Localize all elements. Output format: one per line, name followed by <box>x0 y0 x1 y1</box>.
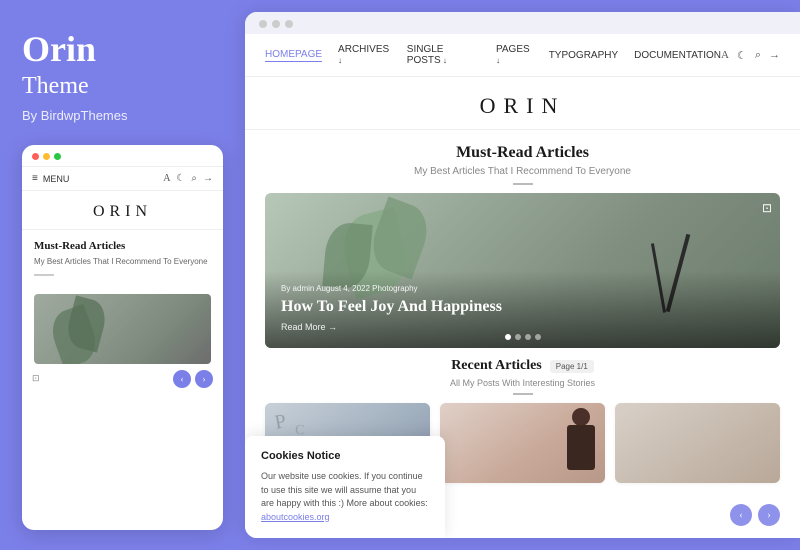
dark-mode-icon[interactable]: ☾ <box>737 49 747 62</box>
hero-section-header: Must-Read Articles My Best Articles That… <box>245 130 800 193</box>
mini-font-icon: A <box>163 173 170 184</box>
mini-nav-left: ≡ MENU <box>32 173 69 184</box>
next-arrow-button[interactable]: › <box>195 370 213 388</box>
cookie-link[interactable]: aboutcookies.org <box>261 512 330 522</box>
nav-icons: A ☾ ⌕ → <box>721 49 780 62</box>
nav-homepage[interactable]: HOMEPAGE <box>265 49 322 62</box>
browser-chrome <box>245 12 800 34</box>
page-badge: Page 1/1 <box>550 360 594 373</box>
nav-documentation[interactable]: DOCUMENTATION <box>634 50 721 61</box>
browser-dot-1 <box>259 20 267 28</box>
mini-nav-bar: ≡ MENU A ☾ ⌕ → <box>22 166 223 191</box>
product-subtitle: Theme <box>22 72 223 101</box>
mini-divider <box>34 274 54 276</box>
nav-links: HOMEPAGE ARCHIVES SINGLE POSTS PAGES TYP… <box>265 44 721 66</box>
browser-dot-2 <box>272 20 280 28</box>
featured-meta: By admin August 4, 2022 Photography <box>281 284 764 293</box>
mini-section-title: Must-Read Articles <box>34 240 211 252</box>
mini-dark-icon: ☾ <box>176 173 185 184</box>
mini-dot-yellow <box>43 153 50 160</box>
mini-arrow-icon: → <box>203 173 213 184</box>
nav-typography[interactable]: TYPOGRAPHY <box>549 50 618 61</box>
site-navigation: HOMEPAGE ARCHIVES SINGLE POSTS PAGES TYP… <box>245 34 800 77</box>
mini-featured-image <box>34 294 211 364</box>
featured-readmore-link[interactable]: Read More → <box>281 322 764 332</box>
recent-title: Recent Articles <box>451 358 542 374</box>
person-body <box>567 425 595 470</box>
articles-next-button[interactable]: › <box>758 504 780 526</box>
article-nav-buttons: ‹ › <box>730 504 780 526</box>
person-head <box>572 408 590 426</box>
mini-section-desc: My Best Articles That I Recommend To Eve… <box>34 256 211 267</box>
recent-articles-header: Recent Articles Page 1/1 <box>245 348 800 378</box>
slider-dots <box>505 334 541 340</box>
hamburger-icon: ≡ <box>32 173 38 184</box>
recent-section-wrapper: Recent Articles Page 1/1 All My Posts Wi… <box>245 348 800 538</box>
nav-arrow-icon[interactable]: → <box>769 49 780 61</box>
article-card-3 <box>615 403 780 483</box>
recent-divider <box>513 393 533 395</box>
font-size-icon[interactable]: A <box>721 49 729 61</box>
product-title: Orin <box>22 30 223 70</box>
cookie-notice: Cookies Notice Our website use cookies. … <box>245 436 445 538</box>
right-panel: HOMEPAGE ARCHIVES SINGLE POSTS PAGES TYP… <box>245 12 800 538</box>
hero-divider <box>513 183 533 185</box>
mini-nav-arrows: ⊡ ‹ › <box>22 364 223 392</box>
mini-dot-red <box>32 153 39 160</box>
expand-icon: ⊡ <box>32 373 40 384</box>
nav-pages[interactable]: PAGES <box>496 44 533 66</box>
mini-featured-overlay <box>34 294 211 364</box>
featured-headline: How To Feel Joy And Happiness <box>281 297 764 316</box>
articles-prev-button[interactable]: ‹ <box>730 504 752 526</box>
mini-search-icon: ⌕ <box>191 173 197 184</box>
cookie-text: Our website use cookies. If you continue… <box>261 470 429 524</box>
mini-nav-right: A ☾ ⌕ → <box>163 173 213 184</box>
product-by: By BirdwpThemes <box>22 108 223 123</box>
mini-dot-green <box>54 153 61 160</box>
browser-dot-3 <box>285 20 293 28</box>
hero-title: Must-Read Articles <box>245 144 800 162</box>
recent-subtitle: All My Posts With Interesting Stories <box>245 378 800 388</box>
left-panel: Orin Theme By BirdwpThemes ≡ MENU A ☾ ⌕ … <box>0 0 245 550</box>
nav-single-posts[interactable]: SINGLE POSTS <box>407 44 480 66</box>
mini-preview-card: ≡ MENU A ☾ ⌕ → ORIN Must-Read Articles M… <box>22 145 223 530</box>
article-card-2 <box>440 403 605 483</box>
arrow-buttons: ‹ › <box>173 370 213 388</box>
nav-archives[interactable]: ARCHIVES <box>338 44 391 66</box>
slider-dot-4[interactable] <box>535 334 541 340</box>
search-icon[interactable]: ⌕ <box>755 49 761 62</box>
hero-subtitle: My Best Articles That I Recommend To Eve… <box>245 166 800 177</box>
mini-logo-section: ORIN <box>22 191 223 230</box>
cookie-title: Cookies Notice <box>261 450 429 462</box>
card1-letter1: P <box>273 410 288 435</box>
featured-image-wrapper: By admin August 4, 2022 Photography How … <box>265 193 780 348</box>
prev-arrow-button[interactable]: ‹ <box>173 370 191 388</box>
site-logo-section: ORIN <box>245 77 800 130</box>
mini-site-logo: ORIN <box>22 203 223 221</box>
mini-window-controls <box>22 145 223 166</box>
slider-dot-2[interactable] <box>515 334 521 340</box>
featured-expand-icon[interactable]: ⊡ <box>762 201 772 216</box>
mini-content: Must-Read Articles My Best Articles That… <box>22 230 223 293</box>
featured-text-area: By admin August 4, 2022 Photography How … <box>281 284 764 332</box>
slider-dot-1[interactable] <box>505 334 511 340</box>
mini-menu-label: MENU <box>43 174 70 184</box>
browser-content: HOMEPAGE ARCHIVES SINGLE POSTS PAGES TYP… <box>245 34 800 538</box>
mini-featured-wrap <box>22 294 223 364</box>
site-logo: ORIN <box>245 93 800 119</box>
slider-dot-3[interactable] <box>525 334 531 340</box>
